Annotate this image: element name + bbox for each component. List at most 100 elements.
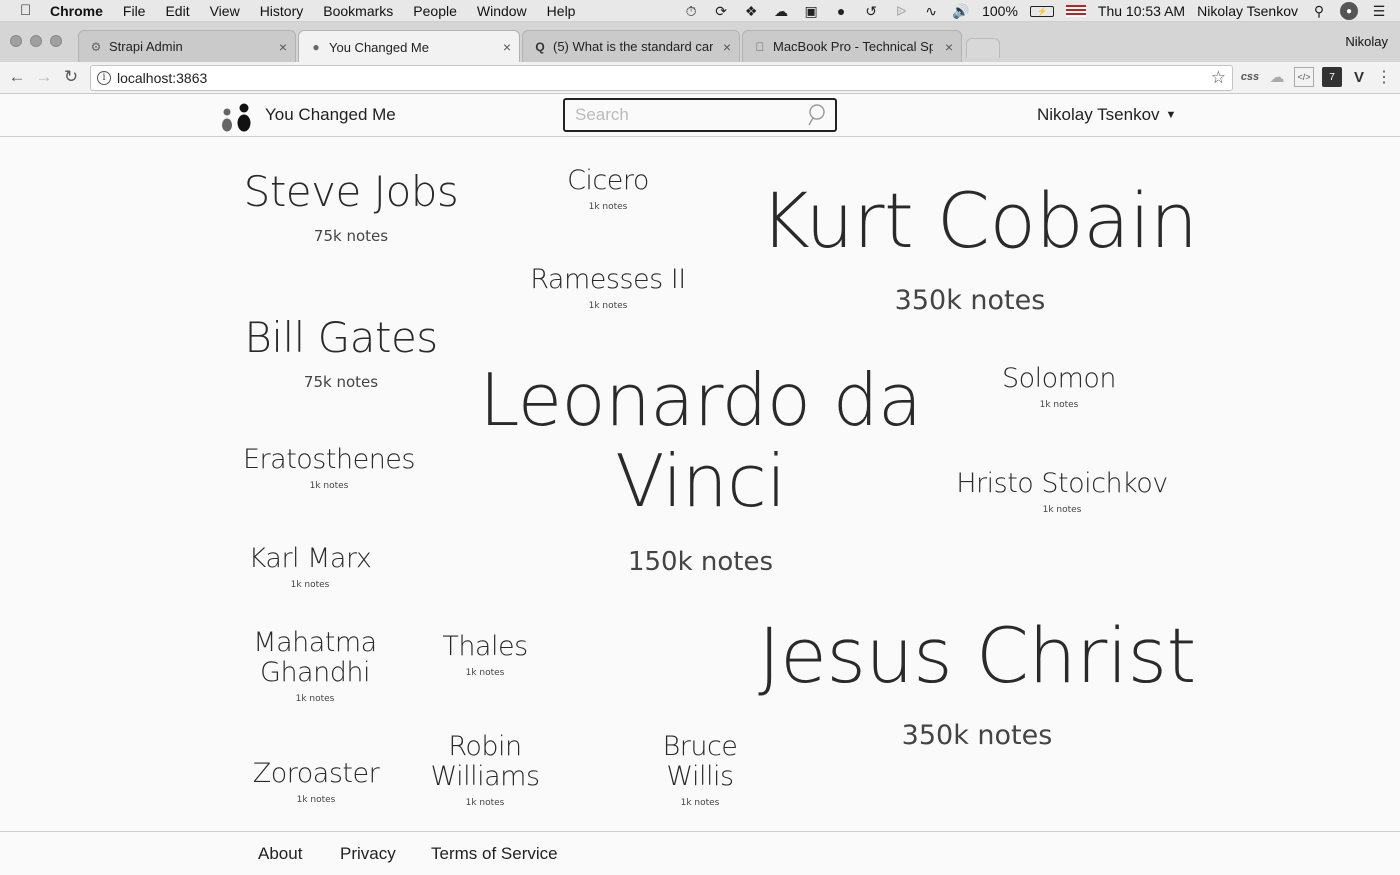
person-bill-gates[interactable]: Bill Gates 75k notes <box>240 314 442 391</box>
forward-arrow-icon[interactable]: → <box>33 66 55 88</box>
browser-tab-strip: ⚙ Strapi Admin × ● You Changed Me × Q (5… <box>0 22 1400 63</box>
person-mahatma-ghandhi[interactable]: Mahatma Ghandhi 1k notes <box>248 627 382 704</box>
person-thales[interactable]: Thales 1k notes <box>436 631 534 679</box>
menu-user-name[interactable]: Nikolay Tsenkov <box>1197 3 1298 19</box>
person-notes: 1k notes <box>588 301 628 312</box>
person-karl-marx[interactable]: Karl Marx 1k notes <box>244 543 376 591</box>
footer-privacy-link[interactable]: Privacy <box>340 844 396 864</box>
reload-icon[interactable]: ↻ <box>60 66 82 88</box>
person-jesus-christ[interactable]: Jesus Christ 350k notes <box>758 613 1196 751</box>
menu-window[interactable]: Window <box>477 3 527 19</box>
chrome-profile-name[interactable]: Nikolay <box>1345 34 1388 49</box>
tab-label: (5) What is the standard canva <box>553 39 713 54</box>
person-hristo-stoichkov[interactable]: Hristo Stoichkov 1k notes <box>952 468 1172 515</box>
v-extension-icon[interactable]: V <box>1349 67 1369 87</box>
battery-percent: 100% <box>982 3 1018 19</box>
css-extension-icon[interactable]: css <box>1240 67 1260 87</box>
person-ramesses-ii[interactable]: Ramesses II 1k notes <box>528 264 688 312</box>
person-notes: 1k notes <box>290 580 330 591</box>
sync-icon[interactable]: ⟳ <box>712 2 730 20</box>
menu-file[interactable]: File <box>123 3 146 19</box>
timer-icon[interactable]: ⏱ <box>682 2 700 20</box>
close-icon[interactable]: × <box>503 39 511 55</box>
circle-icon[interactable]: ● <box>832 2 850 20</box>
person-zoroaster[interactable]: Zoroaster 1k notes <box>246 758 386 805</box>
person-notes: 1k notes <box>465 668 505 679</box>
footer-about-link[interactable]: About <box>258 844 302 864</box>
person-name: Eratosthenes <box>243 444 415 475</box>
person-name: Solomon <box>1001 363 1117 394</box>
address-bar[interactable]: i localhost:3863 ☆ <box>90 65 1233 91</box>
macos-menu-bar:  Chrome File Edit View History Bookmark… <box>0 0 1400 22</box>
site-brand[interactable]: You Changed Me <box>265 105 396 125</box>
docker-icon[interactable]: ▣ <box>802 2 820 20</box>
clock[interactable]: Thu 10:53 AM <box>1098 3 1185 19</box>
close-icon[interactable]: × <box>723 39 731 55</box>
person-notes: 1k notes <box>465 798 505 809</box>
code-extension-icon[interactable]: </> <box>1294 67 1314 87</box>
volume-icon[interactable]: 🔊 <box>952 2 970 20</box>
quora-icon: Q <box>535 39 545 54</box>
back-arrow-icon[interactable]: ← <box>6 66 28 88</box>
battery-icon[interactable]: ⚡ <box>1029 5 1054 17</box>
apple-icon:  <box>753 40 767 54</box>
close-icon[interactable]: × <box>279 39 287 55</box>
more-menu-icon[interactable]: ⋮ <box>1374 67 1394 87</box>
address-url[interactable]: localhost:3863 <box>117 70 207 86</box>
window-minimize-button[interactable] <box>30 35 42 47</box>
badge-extension-icon[interactable]: 7 <box>1322 67 1342 87</box>
tab-quora[interactable]: Q (5) What is the standard canva × <box>522 30 740 62</box>
person-name: Bruce <box>662 731 738 762</box>
person-bruce-willis[interactable]: Bruce Willis 1k notes <box>652 731 748 808</box>
cloud-upload-icon[interactable]: ☁ <box>772 2 790 20</box>
user-menu-label: Nikolay Tsenkov <box>1037 105 1160 124</box>
person-solomon[interactable]: Solomon 1k notes <box>990 363 1128 411</box>
person-notes: 1k notes <box>1039 400 1079 411</box>
person-name: Jesus Christ <box>758 611 1196 700</box>
window-close-button[interactable] <box>10 35 22 47</box>
tab-macbook-pro[interactable]:  MacBook Pro - Technical Spec × <box>742 30 962 62</box>
menu-app-name[interactable]: Chrome <box>50 3 103 19</box>
menu-bookmarks[interactable]: Bookmarks <box>323 3 393 19</box>
apple-menu-icon[interactable]:  <box>20 2 36 19</box>
window-zoom-button[interactable] <box>50 35 62 47</box>
user-menu[interactable]: Nikolay Tsenkov ▼ <box>1037 105 1176 125</box>
person-robin-williams[interactable]: Robin Williams 1k notes <box>424 731 546 809</box>
site-info-icon[interactable]: i <box>97 71 111 85</box>
footer-terms-link[interactable]: Terms of Service <box>431 844 558 864</box>
bookmark-star-icon[interactable]: ☆ <box>1211 68 1226 88</box>
menu-help[interactable]: Help <box>547 3 576 19</box>
person-notes: 75k notes <box>313 227 389 246</box>
menu-view[interactable]: View <box>210 3 240 19</box>
person-notes: 75k notes <box>303 373 379 392</box>
flag-icon[interactable] <box>1065 5 1086 17</box>
person-eratosthenes[interactable]: Eratosthenes 1k notes <box>240 444 418 491</box>
menu-history[interactable]: History <box>260 3 304 19</box>
menu-status-area: ⏱ ⟳ ❖ ☁ ▣ ● ↺ ᐉ ∿ 🔊 100% ⚡ Thu 10:53 AM … <box>682 0 1388 22</box>
spotlight-icon[interactable]: ⚲ <box>1310 2 1328 20</box>
new-tab-button[interactable] <box>966 38 1000 58</box>
search-icon[interactable] <box>805 103 827 127</box>
search-input[interactable] <box>565 105 795 125</box>
siri-icon[interactable]: ● <box>1340 2 1358 20</box>
close-icon[interactable]: × <box>945 39 953 55</box>
person-kurt-cobain[interactable]: Kurt Cobain 350k notes <box>760 178 1198 316</box>
tab-label: You Changed Me <box>329 39 429 55</box>
person-name: Willis <box>666 761 734 793</box>
person-leonardo-da-vinci[interactable]: Leonardo da Vinci 150k notes <box>468 360 933 577</box>
dropbox-icon[interactable]: ❖ <box>742 2 760 20</box>
person-name: Williams <box>430 761 540 793</box>
wifi-icon[interactable]: ∿ <box>922 2 940 20</box>
person-name: Vinci <box>615 438 786 523</box>
bluetooth-icon[interactable]: ᐉ <box>892 2 910 20</box>
person-steve-jobs[interactable]: Steve Jobs 75k notes <box>240 168 462 245</box>
menu-edit[interactable]: Edit <box>165 3 189 19</box>
menu-people[interactable]: People <box>413 3 457 19</box>
site-logo-icon[interactable] <box>220 100 254 132</box>
person-cicero[interactable]: Cicero 1k notes <box>548 165 668 212</box>
notification-center-icon[interactable]: ☰ <box>1370 2 1388 20</box>
tab-strapi-admin[interactable]: ⚙ Strapi Admin × <box>78 30 296 62</box>
time-machine-icon[interactable]: ↺ <box>862 2 880 20</box>
cloud-extension-icon[interactable]: ☁ <box>1267 67 1287 87</box>
tab-you-changed-me[interactable]: ● You Changed Me × <box>298 30 520 63</box>
